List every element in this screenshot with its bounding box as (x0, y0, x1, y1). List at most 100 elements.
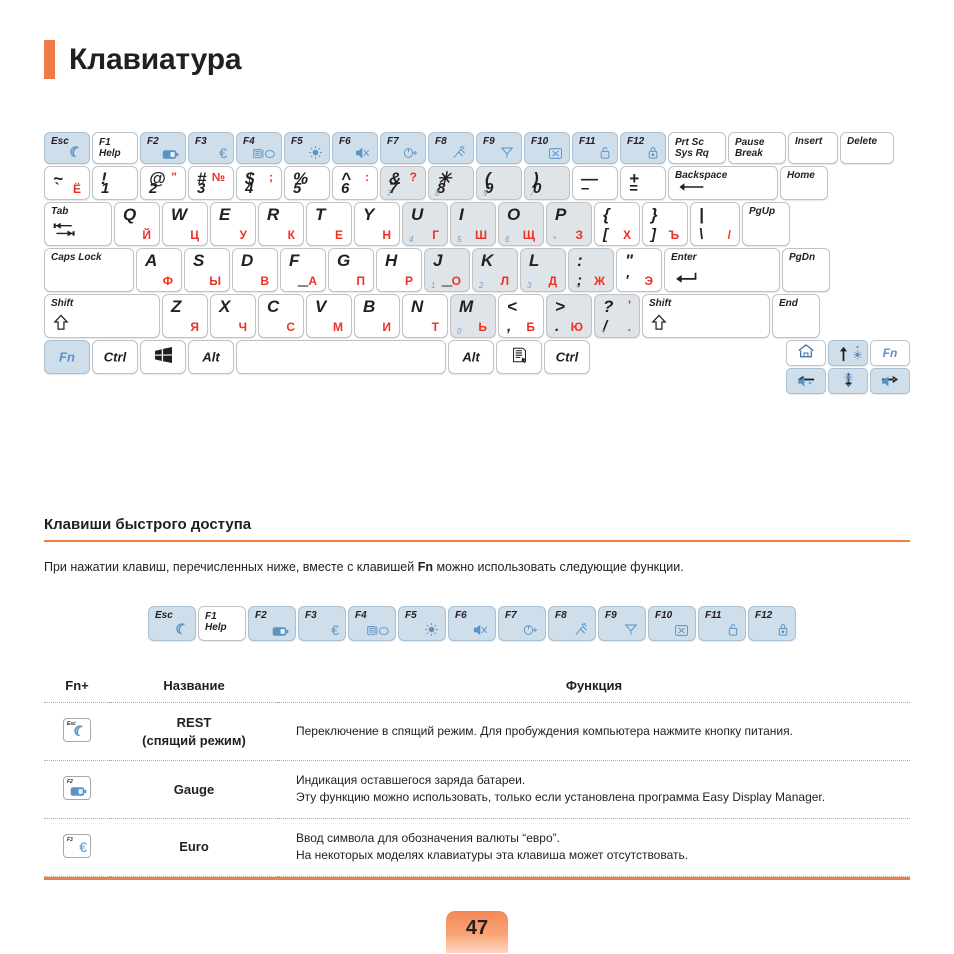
hotkey-f11[interactable]: F11 (698, 606, 746, 641)
key-C[interactable]: CС (258, 294, 304, 338)
key-:[interactable]: :; Ж - (568, 248, 614, 292)
key-f8[interactable]: F8 (428, 132, 474, 164)
key-Q[interactable]: QЙ (114, 202, 160, 246)
key-`[interactable]: ~ ` Ё (44, 166, 90, 200)
key-Shift[interactable]: Shift (642, 294, 770, 338)
key->[interactable]: >. Ю. (546, 294, 592, 338)
key-|[interactable]: | \ / (690, 202, 740, 246)
key-windows-icon[interactable] (140, 340, 186, 374)
key-Enter[interactable]: Enter (664, 248, 780, 292)
key-ctrl[interactable]: Ctrl (544, 340, 590, 374)
key-f2[interactable]: F2 (140, 132, 186, 164)
key-3[interactable]: #3 № (188, 166, 234, 200)
key-K[interactable]: KЛ 2 (472, 248, 518, 292)
key-X[interactable]: XЧ (210, 294, 256, 338)
hotkey-f2[interactable]: F2 (248, 606, 296, 641)
key-M[interactable]: MЬ 0 (450, 294, 496, 338)
hotkey-f5[interactable]: F5 (398, 606, 446, 641)
key-Y[interactable]: YН (354, 202, 400, 246)
key-U[interactable]: UГ 4 (402, 202, 448, 246)
key-D[interactable]: DВ (232, 248, 278, 292)
key-ctrl[interactable]: Ctrl (92, 340, 138, 374)
key-f12[interactable]: F12 (620, 132, 666, 164)
key-N[interactable]: NТ (402, 294, 448, 338)
hotkey-f3[interactable]: F3 € (298, 606, 346, 641)
key-Z[interactable]: ZЯ (162, 294, 208, 338)
key-Home[interactable]: Home (780, 166, 828, 200)
key-8[interactable]: ✳ 8 8 (428, 166, 474, 200)
key-menu-icon[interactable] (496, 340, 542, 374)
key-A[interactable]: AФ (136, 248, 182, 292)
key-G[interactable]: GП (328, 248, 374, 292)
key-T[interactable]: TЕ (306, 202, 352, 246)
key-?[interactable]: ? / '. + (594, 294, 640, 338)
key-prt-sc[interactable]: Prt Sc Sys Rq (668, 132, 726, 164)
key-V[interactable]: VМ (306, 294, 352, 338)
key-E[interactable]: EУ (210, 202, 256, 246)
key-S[interactable]: SЫ (184, 248, 230, 292)
key-L[interactable]: LД 3 (520, 248, 566, 292)
key-I[interactable]: IШ 5 (450, 202, 496, 246)
key-insert[interactable]: Insert (788, 132, 838, 164)
key-J[interactable]: JО 1 (424, 248, 470, 292)
key-f1[interactable]: F1 Help (92, 132, 138, 164)
key-Tab[interactable]: Tab (44, 202, 112, 246)
key-f7[interactable]: F7 (380, 132, 426, 164)
key-f6[interactable]: F6 (332, 132, 378, 164)
key-Backspace[interactable]: Backspace (668, 166, 778, 200)
key-{[interactable]: {[Х (594, 202, 640, 246)
key-0[interactable]: ) 0/ (524, 166, 570, 200)
key-B[interactable]: BИ (354, 294, 400, 338)
hotkey-f9[interactable]: F9 (598, 606, 646, 641)
key-fn[interactable]: Fn (870, 340, 910, 366)
key-arrow-up[interactable] (828, 340, 868, 366)
key-9[interactable]: (9 9 (476, 166, 522, 200)
key-}[interactable]: }] Ъ (642, 202, 688, 246)
key-alt[interactable]: Alt (448, 340, 494, 374)
key-fn[interactable]: Fn (44, 340, 90, 374)
key-End[interactable]: End (772, 294, 820, 338)
key-space[interactable] (236, 340, 446, 374)
key-<[interactable]: <, Б (498, 294, 544, 338)
key-arrow-left[interactable] (786, 368, 826, 394)
key-W[interactable]: WЦ (162, 202, 208, 246)
key-arrow-down[interactable] (828, 368, 868, 394)
key-1[interactable]: ! 1 (92, 166, 138, 200)
key-f4[interactable]: F4 (236, 132, 282, 164)
key-H[interactable]: HР (376, 248, 422, 292)
key-f10[interactable]: F10 (524, 132, 570, 164)
key-7[interactable]: & 7? 7 (380, 166, 426, 200)
hotkey-f10[interactable]: F10 (648, 606, 696, 641)
key-esc[interactable]: Esc (44, 132, 90, 164)
key-P[interactable]: P З * (546, 202, 592, 246)
hotkey-f1[interactable]: F1 Help (198, 606, 246, 641)
key-alt[interactable]: Alt (188, 340, 234, 374)
key-R[interactable]: RК (258, 202, 304, 246)
key-f11[interactable]: F11 (572, 132, 618, 164)
hotkey-f8[interactable]: F8 (548, 606, 596, 641)
key-6[interactable]: ^ 6: (332, 166, 378, 200)
hotkey-esc[interactable]: Esc (148, 606, 196, 641)
key-Caps Lock[interactable]: Caps Lock (44, 248, 134, 292)
key-2[interactable]: @2 " (140, 166, 186, 200)
key-"[interactable]: " ' Э (616, 248, 662, 292)
key-PgUp[interactable]: PgUp (742, 202, 790, 246)
key-4[interactable]: $4; (236, 166, 282, 200)
key-–[interactable]: — – (572, 166, 618, 200)
hotkey-f7[interactable]: F7 (498, 606, 546, 641)
key-PgDn[interactable]: PgDn (782, 248, 830, 292)
key-pause[interactable]: Pause Break (728, 132, 786, 164)
key-f3[interactable]: F3 € (188, 132, 234, 164)
hotkey-f12[interactable]: F12 (748, 606, 796, 641)
hotkey-f6[interactable]: F6 (448, 606, 496, 641)
key-=[interactable]: + = (620, 166, 666, 200)
key-f5[interactable]: F5 (284, 132, 330, 164)
hotkey-f4[interactable]: F4 (348, 606, 396, 641)
key-home-house[interactable] (786, 340, 826, 366)
key-5[interactable]: % 5 (284, 166, 330, 200)
key-arrow-right[interactable] (870, 368, 910, 394)
key-F[interactable]: FА (280, 248, 326, 292)
key-O[interactable]: OЩ 6 (498, 202, 544, 246)
key-Shift[interactable]: Shift (44, 294, 160, 338)
key-f9[interactable]: F9 (476, 132, 522, 164)
